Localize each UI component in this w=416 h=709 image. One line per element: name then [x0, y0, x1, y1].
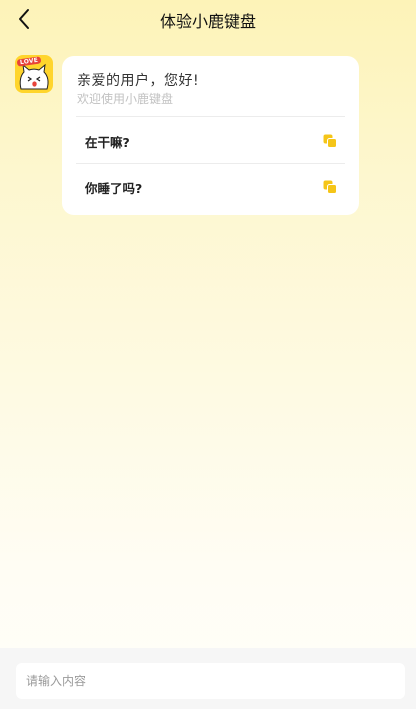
welcome-message-bubble: 亲爱的用户，您好! 欢迎使用小鹿键盘 在干嘛? 你睡了吗? [62, 56, 359, 215]
phrase-text: 在干嘛? [85, 135, 130, 150]
copy-icon[interactable] [323, 134, 337, 148]
input-bar [0, 648, 416, 709]
greeting-text: 亲爱的用户，您好! [77, 73, 200, 89]
phrase-item[interactable]: 你睡了吗? [76, 163, 345, 209]
message-input[interactable] [16, 663, 405, 699]
page-title: 体验小鹿键盘 [159, 12, 256, 31]
phrase-item[interactable]: 在干嘛? [76, 117, 345, 163]
top-nav-bar: 体验小鹿键盘 [0, 0, 416, 38]
phrase-text: 你睡了吗? [85, 181, 143, 196]
avatar: LOVE [15, 55, 53, 93]
welcome-subtitle: 欢迎使用小鹿键盘 [77, 92, 174, 106]
copy-icon[interactable] [323, 180, 337, 194]
